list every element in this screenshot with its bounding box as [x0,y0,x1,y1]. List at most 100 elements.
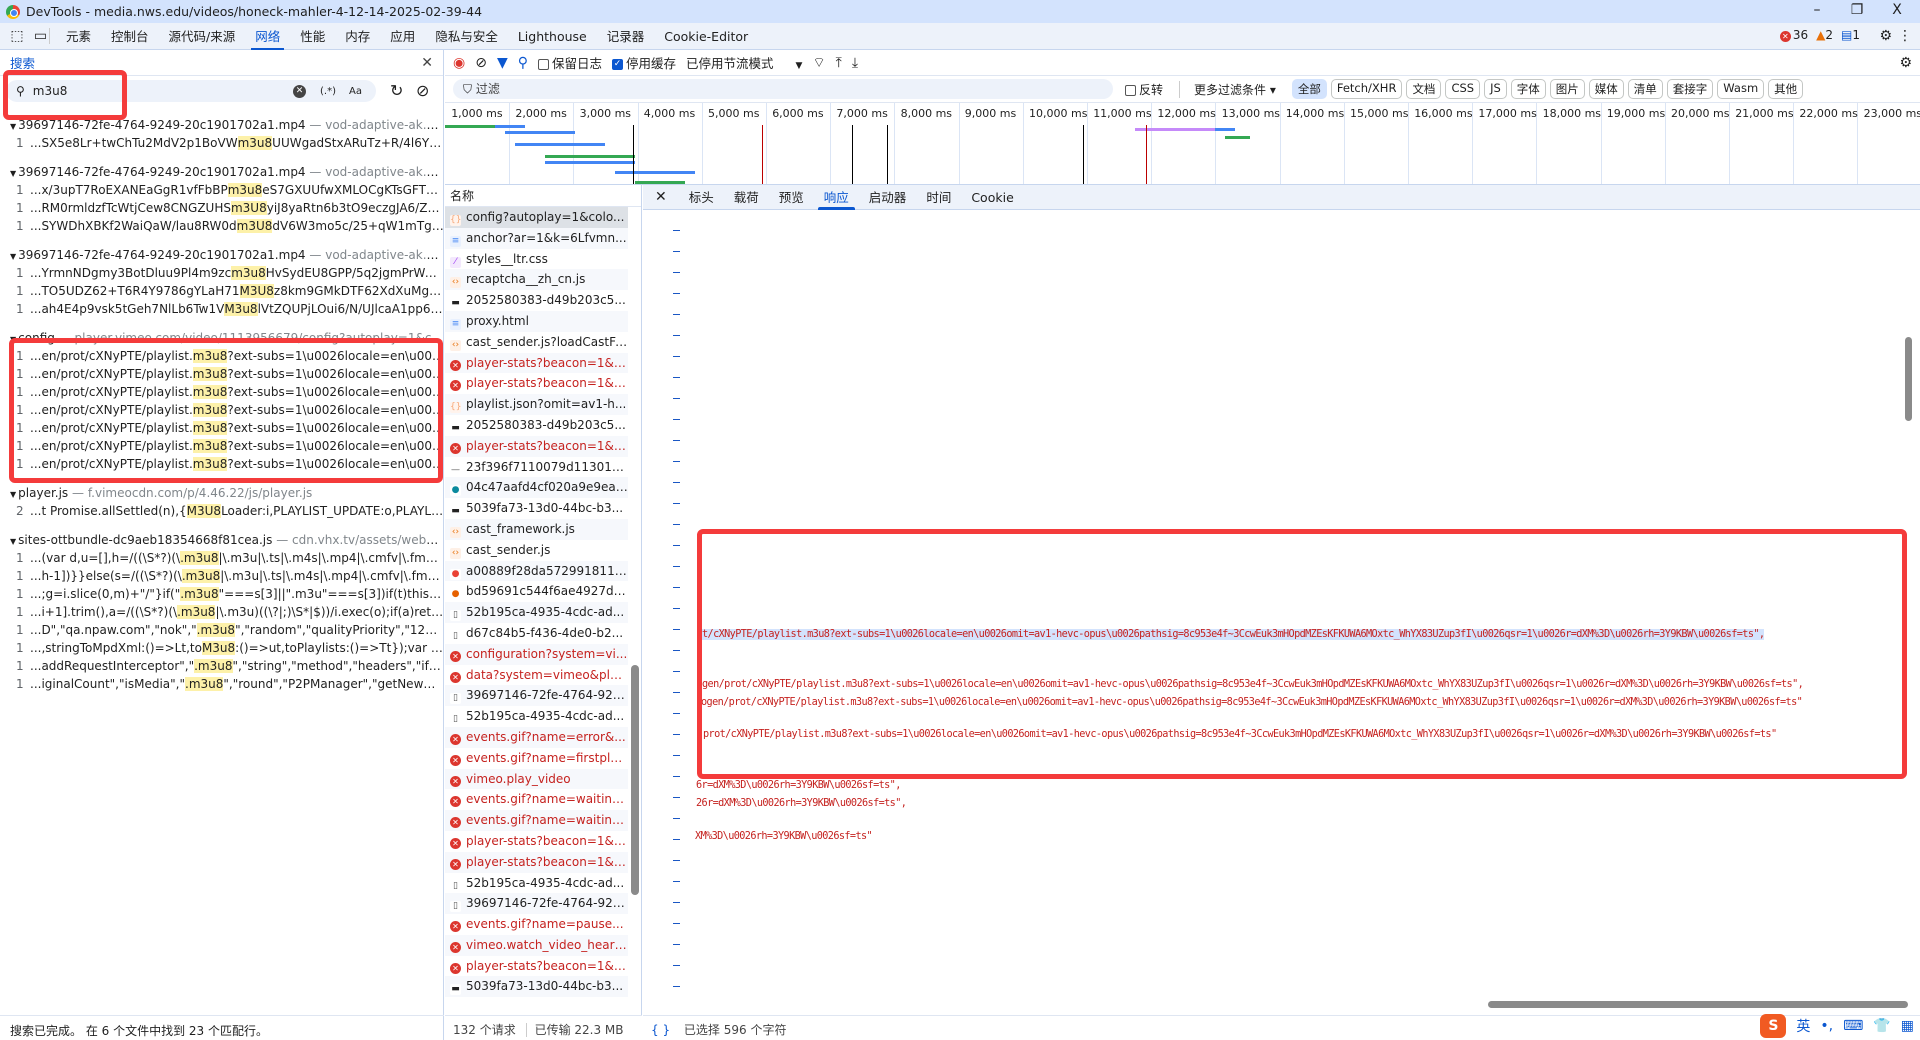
filter-chip-1[interactable]: Fetch/XHR [1330,79,1403,99]
name-column-header[interactable]: 名称 [445,185,641,207]
filter-chip-3[interactable]: CSS [1445,79,1481,99]
tab-7[interactable]: 隐私与安全 [425,23,508,50]
response-body[interactable]: t/cXNyPTE/playlist.m3u8?ext-subs=1\u0026… [643,210,1920,1010]
detail-tab-2[interactable]: 预览 [769,185,814,210]
request-row[interactable]: ✕ events.gif?name=waiting... [445,810,628,831]
search-result-row[interactable]: 1 ...RM0rmldzfTcWtjCew8CNGZUHSm3U8yiJ8yaR… [0,199,444,217]
request-row[interactable]: ≡ anchor?ar=1&k=6Lfvmn... [445,227,628,249]
filter-chip-11[interactable]: 其他 [1768,79,1804,99]
request-row[interactable]: ▯ 52b195ca-4935-4cdc-ad... [445,873,628,894]
result-file-header[interactable]: ▼ sites-ottbundle-dc9aeb18354668f81cea.js… [0,531,444,549]
tab-9[interactable]: 记录器 [597,23,655,50]
tab-10[interactable]: Cookie-Editor [654,23,758,50]
request-row[interactable]: ▬ 5039fa73-13d0-44bc-b3... [445,976,628,998]
request-row[interactable]: ▯ 52b195ca-4935-4cdc-ad... [445,706,628,727]
result-file-header[interactable]: ▼ config — player.vimeo.com/video/1113956… [0,329,444,347]
request-row[interactable]: ▬ 2052580383-d49b203c5... [445,290,628,311]
request-row[interactable]: ✕ vimeo.watch_video_heart... [445,934,628,956]
request-row[interactable]: ✕ events.gif?name=firstpla... [445,748,628,769]
tab-4[interactable]: 性能 [290,23,335,50]
preserve-log-checkbox[interactable]: 保留日志 [538,53,602,72]
detail-tab-5[interactable]: 时间 [916,185,961,210]
filter-chip-9[interactable]: 套接字 [1666,79,1714,99]
warnings-badge[interactable]: ▲2 [1816,28,1833,42]
search-network-icon[interactable]: ⚲ [518,55,528,71]
request-row[interactable]: {} playlist.json?omit=av1-h... [445,394,628,415]
detail-tab-1[interactable]: 载荷 [724,185,769,210]
filter-chip-0[interactable]: 全部 [1291,79,1327,99]
search-input[interactable]: ⚲ m3u8 ✕ (.*) Aa [6,80,376,102]
request-row[interactable]: ▯ d67c84b5-f436-4de0-b2... [445,623,628,644]
filter-chip-6[interactable]: 图片 [1549,79,1585,99]
disable-cache-checkbox[interactable]: ✓ 停用缓存 [612,53,676,72]
request-row[interactable]: ✕ events.gif?name=error&... [445,726,628,748]
close-detail-icon[interactable]: ✕ [643,189,679,205]
tab-2[interactable]: 源代码/来源 [159,23,246,50]
search-result-row[interactable]: 1 ...ah4E4p9vsk5tGeh7NlLb6Tw1VM3u8lVtZQUP… [0,300,444,318]
search-query[interactable]: m3u8 [33,84,68,98]
request-row[interactable]: ✕ player-stats?beacon=1&s... [445,831,628,852]
request-row[interactable]: {} config?autoplay=1&colo... [445,207,628,228]
ime-punctuation[interactable]: •, [1820,1018,1833,1034]
filter-chip-5[interactable]: 字体 [1510,79,1546,99]
request-row[interactable]: ▬ 2052580383-d49b203c5... [445,415,628,436]
request-row[interactable]: ‹› cast_sender.js?loadCastFr... [445,332,628,353]
expand-triangle-icon[interactable]: ▼ [10,122,16,131]
search-result-row[interactable]: 1 ...,stringToMpdXml:()=>Lt,toM3u8:()=>ut… [0,639,444,657]
toolbox-icon[interactable]: ▦ [1901,1018,1914,1034]
request-row[interactable]: ✕ player-stats?beacon=1&s... [445,352,628,374]
detail-tab-0[interactable]: 标头 [679,185,724,210]
search-result-row[interactable]: 1 ...(var d,u=[],h=/((\S*?)(\.m3u8|\.m3u|… [0,549,444,567]
ime-language[interactable]: 英 [1796,1016,1810,1036]
request-row[interactable]: ✕ player-stats?beacon=1&s... [445,851,628,873]
request-row[interactable]: ⁄ styles__ltr.css [445,249,628,270]
errors-badge[interactable]: ✕ 36 [1779,28,1808,42]
clear-log-icon[interactable]: ⊘ [475,55,487,71]
filter-chip-4[interactable]: JS [1484,79,1507,99]
filter-chip-7[interactable]: 媒体 [1588,79,1624,99]
request-row[interactable]: ≡ proxy.html [445,310,628,332]
request-row[interactable]: ‹› recaptcha__zh_cn.js [445,269,628,291]
import-har-icon[interactable]: ⤒ [836,55,842,71]
search-result-row[interactable]: 1 ...h-1])}}else(s=/((\S*?)(\.m3u8|\.m3u|… [0,567,444,585]
network-conditions-icon[interactable]: ⌔ [812,54,825,72]
search-result-row[interactable]: 2 ...t Promise.allSettled(n),{M3U8Loader:… [0,502,444,520]
request-row[interactable]: — 23f396f7110079d113019... [445,457,628,478]
sogou-logo-icon[interactable]: S [1760,1014,1787,1038]
response-code-line[interactable]: gen/prot/cXNyPTE/playlist.m3u8?ext-subs=… [702,679,1804,690]
more-filters-dropdown[interactable]: 更多过滤条件 ▾ [1179,80,1276,98]
search-result-row[interactable]: 1 ...en/prot/cXNyPTE/playlist.m3u8?ext-su… [0,383,444,401]
search-result-row[interactable]: 1 ...en/prot/cXNyPTE/playlist.m3u8?ext-su… [0,455,444,473]
request-row[interactable]: ▯ 39697146-72fe-4764-924... [445,893,628,915]
response-code-line[interactable]: 26r=dXM%3D\u0026rh=3Y9KBW\u0026sf=ts", [696,798,907,809]
request-row[interactable]: ✕ vimeo.play_video [445,768,628,790]
inspect-element-icon[interactable]: ⬚ [8,28,26,44]
search-result-row[interactable]: 1 ...en/prot/cXNyPTE/playlist.m3u8?ext-su… [0,437,444,455]
export-har-icon[interactable]: ⤓ [852,55,858,71]
clear-search-icon[interactable]: ✕ [293,84,306,98]
match-case-toggle[interactable]: Aa [349,86,362,97]
request-row[interactable]: ✕ player-stats?beacon=1&s... [445,373,628,394]
maximize-button[interactable]: ❐ [1842,2,1872,18]
close-search-icon[interactable]: ✕ [421,55,433,71]
tab-0[interactable]: 元素 [56,23,101,50]
search-result-row[interactable]: 1 ...x/3upT7RoEXANEaGgR1vfFbBPm3u8eS7GXUU… [0,181,444,199]
request-row[interactable]: ‹› cast_framework.js [445,518,628,540]
request-row[interactable]: ‹› cast_sender.js [445,540,628,561]
result-file-header[interactable]: ▼ 39697146-72fe-4764-9249-20c1901702a1.mp… [0,163,444,181]
tab-6[interactable]: 应用 [380,23,425,50]
request-row[interactable]: ▯ 52b195ca-4935-4cdc-ad... [445,602,628,623]
expand-triangle-icon[interactable]: ▼ [10,490,16,499]
request-row[interactable]: ✕ player-stats?beacon=1&s... [445,435,628,457]
search-result-row[interactable]: 1 ...en/prot/cXNyPTE/playlist.m3u8?ext-su… [0,365,444,383]
search-result-row[interactable]: 1 ...i+1].trim(),a=/((\S*?)(\.m3u8|\.m3u)… [0,603,444,621]
invert-checkbox[interactable]: 反转 [1125,81,1163,98]
request-list-scrollbar[interactable] [631,665,639,895]
pretty-print-icon[interactable]: { } [651,1023,670,1037]
response-code-line[interactable]: 6r=dXM%3D\u0026rh=3Y9KBW\u0026sf=ts", [696,780,901,791]
request-row[interactable]: ● bd59691c544f6ae4927d6... [445,581,628,602]
expand-triangle-icon[interactable]: ▼ [10,252,16,261]
search-result-row[interactable]: 1 ...SX5e8Lr+twChTu2MdV2p1BoVWm3u8UUWgadS… [0,134,444,152]
detail-tab-3[interactable]: 响应 [814,185,859,210]
network-timeline-overview[interactable]: 1,000 ms 2,000 ms 3,000 ms 4,000 ms 5,000 ms… [445,103,1920,185]
